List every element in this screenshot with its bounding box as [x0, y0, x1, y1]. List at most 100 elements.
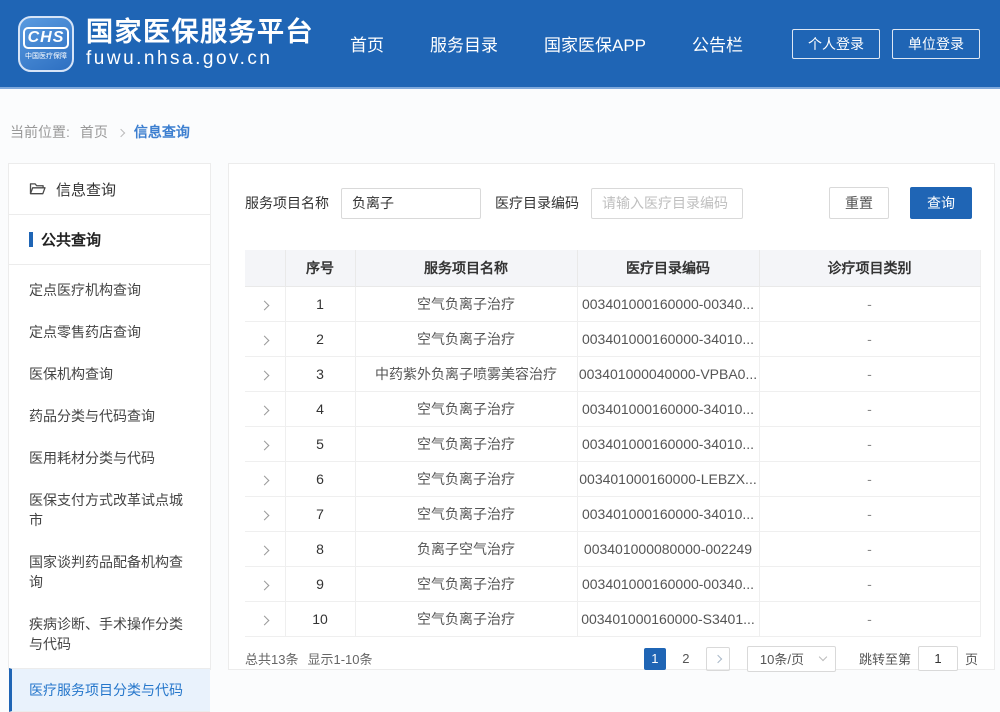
cell-service-name: 空气负离子治疗	[355, 286, 577, 321]
expand-row-icon[interactable]	[260, 440, 270, 450]
search-form: 服务项目名称 医疗目录编码 重置 查询	[229, 164, 994, 219]
site-url: fuwu.nhsa.gov.cn	[86, 48, 314, 70]
main-nav: 首页 服务目录 国家医保APP 公告栏	[350, 31, 743, 56]
pagination: 总共13条 显示1-10条 1 2 10条/页 跳转至第 页	[245, 646, 978, 672]
page-size-value: 10条/页	[760, 649, 804, 668]
table-row: 7 空气负离子治疗 003401000160000-34010... -	[245, 496, 980, 531]
breadcrumb-separator-icon	[117, 128, 125, 136]
form-buttons: 重置 查询	[829, 187, 972, 219]
breadcrumb-prefix: 当前位置:	[10, 122, 70, 142]
cell-catalog-code: 003401000160000-34010...	[577, 496, 759, 531]
sidebar-item-medical-service-codes-active[interactable]: 医疗服务项目分类与代码	[9, 668, 210, 712]
column-treatment-category: 诊疗项目类别	[759, 250, 980, 286]
query-button[interactable]: 查询	[910, 187, 972, 219]
table-row: 9 空气负离子治疗 003401000160000-00340... -	[245, 566, 980, 601]
expand-row-icon[interactable]	[260, 475, 270, 485]
cell-category: -	[759, 531, 980, 566]
cell-seq: 10	[285, 601, 355, 636]
expand-row-icon[interactable]	[260, 510, 270, 520]
cell-category: -	[759, 321, 980, 356]
cell-category: -	[759, 391, 980, 426]
cell-seq: 7	[285, 496, 355, 531]
cell-category: -	[759, 356, 980, 391]
sidebar-item-disease-diagnosis-codes[interactable]: 疾病诊断、手术操作分类与代码	[9, 603, 210, 665]
cell-service-name: 空气负离子治疗	[355, 601, 577, 636]
page-1-button[interactable]: 1	[644, 648, 666, 670]
column-seq: 序号	[285, 250, 355, 286]
expand-row-icon[interactable]	[260, 615, 270, 625]
cell-catalog-code: 003401000160000-LEBZX...	[577, 461, 759, 496]
column-service-name: 服务项目名称	[355, 250, 577, 286]
sidebar-root-info-query[interactable]: 信息查询	[9, 164, 210, 215]
cell-seq: 5	[285, 426, 355, 461]
breadcrumb-home[interactable]: 首页	[80, 122, 108, 142]
expand-row-icon[interactable]	[260, 405, 270, 415]
sidebar-item-drug-classification-codes[interactable]: 药品分类与代码查询	[9, 395, 210, 437]
cell-catalog-code: 003401000160000-34010...	[577, 391, 759, 426]
nav-announcements[interactable]: 公告栏	[692, 31, 743, 56]
sidebar-item-designated-retail-pharmacies[interactable]: 定点零售药店查询	[9, 311, 210, 353]
reset-button[interactable]: 重置	[829, 187, 889, 219]
next-page-button[interactable]	[706, 647, 730, 671]
page-size-select[interactable]: 10条/页	[747, 646, 836, 672]
table-row: 5 空气负离子治疗 003401000160000-34010... -	[245, 426, 980, 461]
expand-column-header	[245, 250, 285, 286]
breadcrumb: 当前位置: 首页 信息查询	[10, 122, 190, 142]
sidebar-item-negotiated-drug-institutions[interactable]: 国家谈判药品配备机构查询	[9, 541, 210, 603]
cell-service-name: 空气负离子治疗	[355, 461, 577, 496]
sidebar-section-public-query[interactable]: 公共查询	[9, 215, 210, 265]
cell-service-name: 空气负离子治疗	[355, 391, 577, 426]
sidebar-section-label: 公共查询	[41, 229, 101, 250]
cell-seq: 1	[285, 286, 355, 321]
site-title: 国家医保服务平台	[86, 17, 314, 47]
cell-service-name: 空气负离子治疗	[355, 321, 577, 356]
cell-category: -	[759, 286, 980, 321]
nav-service-directory[interactable]: 服务目录	[430, 31, 498, 56]
site-header: CHS 中国医疗保障 国家医保服务平台 fuwu.nhsa.gov.cn 首页 …	[0, 0, 1000, 89]
brand-logo[interactable]: CHS 中国医疗保障 国家医保服务平台 fuwu.nhsa.gov.cn	[18, 16, 314, 72]
jump-prefix-label: 跳转至第	[859, 649, 911, 668]
cell-category: -	[759, 461, 980, 496]
sidebar-item-designated-medical-institutions[interactable]: 定点医疗机构查询	[9, 269, 210, 311]
nav-home[interactable]: 首页	[350, 31, 384, 56]
expand-row-icon[interactable]	[260, 545, 270, 555]
sidebar-item-insurance-agencies[interactable]: 医保机构查询	[9, 353, 210, 395]
cell-seq: 4	[285, 391, 355, 426]
cell-catalog-code: 003401000160000-00340...	[577, 566, 759, 601]
pagination-controls: 1 2 10条/页 跳转至第 页	[644, 646, 978, 672]
sidebar-item-payment-reform-pilot-cities[interactable]: 医保支付方式改革试点城市	[9, 479, 210, 541]
main-panel: 服务项目名称 医疗目录编码 重置 查询 序号 服务项目名称 医疗目录编码 诊疗项…	[228, 163, 995, 670]
service-name-input[interactable]	[341, 188, 481, 219]
cell-category: -	[759, 426, 980, 461]
chevron-right-icon	[714, 654, 722, 662]
page: CHS 中国医疗保障 国家医保服务平台 fuwu.nhsa.gov.cn 首页 …	[0, 0, 1000, 670]
expand-row-icon[interactable]	[260, 580, 270, 590]
sidebar-root-label: 信息查询	[56, 179, 116, 200]
logo-abbr: CHS	[23, 27, 70, 49]
table-row: 8 负离子空气治疗 003401000080000-002249 -	[245, 531, 980, 566]
expand-row-icon[interactable]	[260, 370, 270, 380]
table-row: 3 中药紫外负离子喷雾美容治疗 003401000040000-VPBA0...…	[245, 356, 980, 391]
cell-seq: 6	[285, 461, 355, 496]
table-row: 10 空气负离子治疗 003401000160000-S3401... -	[245, 601, 980, 636]
personal-login-button[interactable]: 个人登录	[792, 29, 880, 59]
table-row: 6 空气负离子治疗 003401000160000-LEBZX... -	[245, 461, 980, 496]
cell-category: -	[759, 566, 980, 601]
chs-logo-icon: CHS 中国医疗保障	[18, 16, 74, 72]
folder-icon	[29, 182, 46, 196]
cell-seq: 9	[285, 566, 355, 601]
nav-national-insurance-app[interactable]: 国家医保APP	[544, 31, 646, 56]
catalog-code-input[interactable]	[591, 188, 743, 219]
jump-page-input[interactable]	[918, 646, 958, 671]
range-info: 显示1-10条	[307, 649, 372, 668]
org-login-button[interactable]: 单位登录	[892, 29, 980, 59]
expand-row-icon[interactable]	[260, 300, 270, 310]
expand-row-icon[interactable]	[260, 335, 270, 345]
cell-catalog-code: 003401000160000-00340...	[577, 286, 759, 321]
cell-catalog-code: 003401000080000-002249	[577, 531, 759, 566]
sidebar-item-medical-consumables-codes[interactable]: 医用耗材分类与代码	[9, 437, 210, 479]
pagination-summary: 总共13条 显示1-10条	[245, 649, 373, 668]
page-2-button[interactable]: 2	[675, 648, 697, 670]
table-row: 1 空气负离子治疗 003401000160000-00340... -	[245, 286, 980, 321]
login-group: 个人登录 单位登录	[792, 29, 980, 59]
